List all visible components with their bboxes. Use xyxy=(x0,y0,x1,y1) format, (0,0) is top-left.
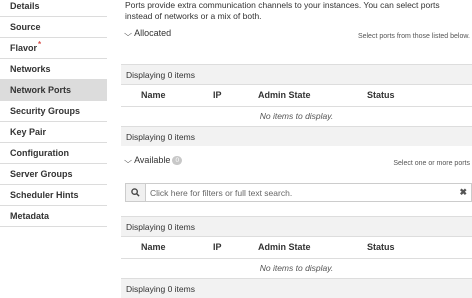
empty-table-message: No items to display. xyxy=(121,106,472,124)
network-ports-panel: Ports provide extra communication channe… xyxy=(121,0,472,298)
chevron-down-icon: ⌵ xyxy=(124,29,132,38)
empty-table-message: No items to display. xyxy=(121,258,472,276)
table-header-row: Name IP Admin State Status xyxy=(121,236,472,256)
required-indicator: * xyxy=(38,40,42,49)
allocated-title: Allocated xyxy=(134,28,172,38)
sidebar-item-key-pair[interactable]: Key Pair xyxy=(0,122,107,143)
column-header-ip[interactable]: IP xyxy=(213,237,222,257)
available-hint: Select one or more ports xyxy=(393,160,470,167)
sidebar-item-label: Source xyxy=(10,22,41,32)
sidebar-item-label: Scheduler Hints xyxy=(10,190,79,200)
table-header-row: Name IP Admin State Status xyxy=(121,84,472,104)
sidebar-item-label: Server Groups xyxy=(10,169,73,179)
column-header-status[interactable]: Status xyxy=(367,85,395,105)
column-header-admin-state[interactable]: Admin State xyxy=(258,237,311,257)
table-count-row: Displaying 0 items xyxy=(121,64,472,84)
sidebar-item-label: Details xyxy=(10,1,40,11)
available-count-badge: 0 xyxy=(172,156,183,166)
close-icon[interactable]: ✖ xyxy=(459,187,467,198)
column-header-admin-state[interactable]: Admin State xyxy=(258,85,311,105)
sidebar-item-label: Flavor xyxy=(10,43,38,53)
column-header-ip[interactable]: IP xyxy=(213,85,222,105)
sidebar-item-label: Configuration xyxy=(10,148,69,158)
sidebar-item-label: Key Pair xyxy=(10,127,47,137)
table-count-row: Displaying 0 items xyxy=(121,278,472,298)
sidebar-item-configuration[interactable]: Configuration xyxy=(0,143,107,164)
search-button[interactable] xyxy=(126,184,146,201)
allocated-section-header[interactable]: ⌵ Allocated xyxy=(124,28,172,39)
available-section-header[interactable]: ⌵ Available 0 xyxy=(124,155,183,166)
sidebar-item-label: Networks xyxy=(10,64,51,74)
sidebar-item-metadata[interactable]: Metadata xyxy=(0,206,107,227)
sidebar-item-network-ports[interactable]: Network Ports xyxy=(0,80,107,101)
sidebar-item-label: Network Ports xyxy=(10,85,72,95)
available-title: Available xyxy=(134,155,171,165)
sidebar-item-label: Metadata xyxy=(10,211,50,221)
column-header-status[interactable]: Status xyxy=(367,237,395,257)
column-header-name[interactable]: Name xyxy=(141,85,166,105)
sidebar-item-server-groups[interactable]: Server Groups xyxy=(0,164,107,185)
item-count: Displaying 0 items xyxy=(126,222,195,232)
panel-description: Ports provide extra communication channe… xyxy=(125,0,440,21)
sidebar-item-scheduler-hints[interactable]: Scheduler Hints xyxy=(0,185,107,206)
sidebar-item-details[interactable]: Details xyxy=(0,0,107,17)
allocated-hint: Select ports from those listed below. xyxy=(357,33,470,40)
sidebar-item-source[interactable]: Source xyxy=(0,17,107,38)
item-count: Displaying 0 items xyxy=(126,132,195,142)
search-icon xyxy=(131,188,140,197)
search-input[interactable] xyxy=(150,184,450,201)
wizard-sidebar: Details Source Flavor* Networks Network … xyxy=(0,0,107,298)
table-count-row: Displaying 0 items xyxy=(121,126,472,146)
sidebar-item-flavor[interactable]: Flavor* xyxy=(0,38,107,59)
column-header-name[interactable]: Name xyxy=(141,237,166,257)
item-count: Displaying 0 items xyxy=(126,284,195,294)
sidebar-item-networks[interactable]: Networks xyxy=(0,59,107,80)
sidebar-item-security-groups[interactable]: Security Groups xyxy=(0,101,107,122)
sidebar-item-label: Security Groups xyxy=(10,106,81,116)
item-count: Displaying 0 items xyxy=(126,70,195,80)
chevron-down-icon: ⌵ xyxy=(124,156,132,165)
filter-search-bar: ✖ xyxy=(125,183,472,202)
table-count-row: Displaying 0 items xyxy=(121,216,472,236)
